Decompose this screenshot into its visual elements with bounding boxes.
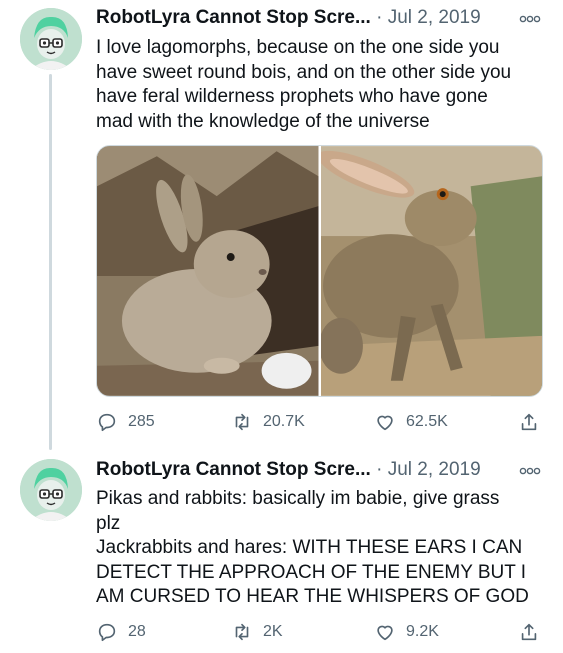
tweet-text: I love lagomorphs, because on the one si… <box>96 37 512 132</box>
tweet-actions: 285 20.7K 62.5K <box>96 411 546 435</box>
reply-icon <box>98 623 116 642</box>
avatar[interactable] <box>20 459 82 521</box>
tweet-header: RobotLyra Cannot Stop Scre... · Jul 2, 2… <box>96 6 481 30</box>
more-icon[interactable] <box>519 467 541 475</box>
heart-icon <box>377 415 393 431</box>
reply-icon <box>98 413 116 432</box>
author-name[interactable]: RobotLyra Cannot Stop Scre... <box>96 7 371 28</box>
avatar[interactable] <box>20 8 82 70</box>
tweet-header: RobotLyra Cannot Stop Scre... · Jul 2, 2… <box>96 458 481 482</box>
retweet-count: 20.7K <box>263 413 305 430</box>
tweet-date[interactable]: Jul 2, 2019 <box>388 459 481 480</box>
like-button[interactable]: 62.5K <box>374 411 448 433</box>
avatar-robot-icon <box>20 459 82 521</box>
like-count: 9.2K <box>406 623 439 640</box>
tweet-text: Pikas and rabbits: basically im babie, g… <box>96 488 529 607</box>
tweet-actions: 28 2K 9.2K <box>96 621 546 645</box>
share-icon <box>521 413 537 431</box>
tweet-date[interactable]: Jul 2, 2019 <box>388 7 481 28</box>
reply-button[interactable]: 285 <box>96 411 155 433</box>
pika-photo[interactable] <box>97 146 319 396</box>
avatar-robot-icon <box>20 8 82 70</box>
tweet-media[interactable] <box>96 145 543 397</box>
retweet-icon <box>235 413 249 431</box>
heart-icon <box>377 625 393 641</box>
jackrabbit-photo[interactable] <box>320 146 543 396</box>
reply-button[interactable]: 28 <box>96 621 146 643</box>
retweet-button[interactable]: 20.7K <box>231 411 305 433</box>
retweet-button[interactable]: 2K <box>231 621 283 643</box>
share-icon <box>521 623 537 641</box>
more-icon[interactable] <box>519 15 541 23</box>
separator-dot: · <box>376 7 383 28</box>
thread-connector-line <box>49 74 52 450</box>
retweet-icon <box>235 623 249 641</box>
reply-count: 28 <box>128 623 146 640</box>
reply-count: 285 <box>128 413 155 430</box>
separator-dot: · <box>376 459 383 480</box>
share-button[interactable] <box>518 621 540 643</box>
like-count: 62.5K <box>406 413 448 430</box>
author-name[interactable]: RobotLyra Cannot Stop Scre... <box>96 459 371 480</box>
like-button[interactable]: 9.2K <box>374 621 439 643</box>
share-button[interactable] <box>518 411 540 433</box>
retweet-count: 2K <box>263 623 283 640</box>
